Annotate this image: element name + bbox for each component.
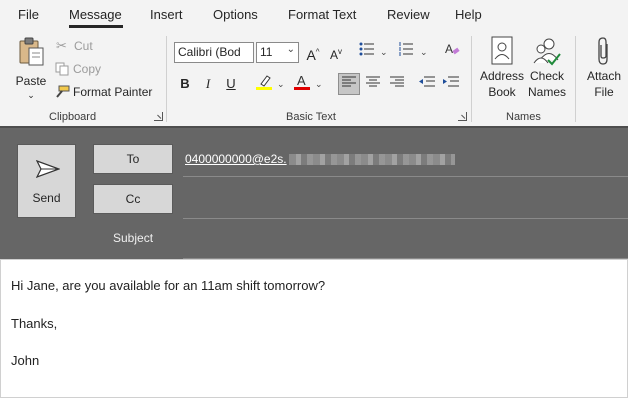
copy-button[interactable]: Copy bbox=[55, 62, 101, 76]
numbering-button[interactable] bbox=[395, 41, 417, 63]
copy-icon bbox=[55, 62, 70, 76]
bold-button[interactable]: B bbox=[174, 73, 196, 95]
shrink-font-icon: Av bbox=[329, 47, 342, 62]
align-left-button[interactable] bbox=[338, 73, 360, 95]
font-name-combo[interactable]: Calibri (Bod bbox=[174, 42, 254, 63]
increase-indent-icon bbox=[443, 73, 459, 87]
body-line: Thanks, bbox=[11, 316, 58, 331]
copy-label: Copy bbox=[73, 62, 102, 76]
attach-file-button[interactable]: Attach File bbox=[582, 36, 626, 100]
tab-help[interactable]: Help bbox=[455, 7, 482, 22]
message-header: Send To Cc Subject 0400000000@e2s. bbox=[0, 126, 628, 259]
paintbrush-icon bbox=[54, 85, 70, 99]
underline-label: U bbox=[226, 76, 236, 91]
address-book-icon bbox=[489, 36, 515, 66]
to-recipient[interactable]: 0400000000@e2s. bbox=[185, 152, 287, 166]
group-divider bbox=[471, 36, 472, 122]
cut-label: Cut bbox=[74, 39, 93, 53]
clipboard-launcher-icon[interactable] bbox=[154, 112, 163, 121]
to-field[interactable]: 0400000000@e2s. bbox=[185, 152, 455, 166]
to-button[interactable]: To bbox=[93, 144, 173, 174]
paste-button[interactable]: Paste ⌄ bbox=[12, 36, 50, 104]
font-size-value: 11 bbox=[260, 45, 273, 59]
body-line: Hi Jane, are you available for an 11am s… bbox=[11, 278, 326, 293]
scissors-icon: ✂ bbox=[56, 38, 67, 53]
address-book-label: Address Book bbox=[479, 69, 525, 99]
check-names-icon bbox=[532, 36, 562, 66]
align-left-icon bbox=[342, 74, 356, 87]
basic-text-group-label: Basic Text bbox=[286, 111, 336, 123]
align-center-button[interactable] bbox=[362, 73, 384, 95]
bullets-button[interactable] bbox=[356, 41, 378, 63]
send-icon bbox=[35, 159, 61, 179]
clipboard-icon bbox=[15, 36, 47, 68]
check-names-button[interactable]: Check Names bbox=[526, 36, 568, 100]
cc-button[interactable]: Cc bbox=[93, 184, 173, 214]
send-label: Send bbox=[32, 191, 61, 205]
grow-font-icon: A^ bbox=[306, 46, 320, 63]
send-button[interactable]: Send bbox=[17, 144, 76, 218]
paperclip-icon bbox=[596, 36, 612, 66]
chevron-down-icon[interactable]: ⌄ bbox=[277, 79, 285, 90]
tab-insert[interactable]: Insert bbox=[150, 7, 183, 22]
numbered-list-icon bbox=[398, 41, 414, 56]
names-group-label: Names bbox=[506, 111, 541, 123]
format-painter-label: Format Painter bbox=[73, 85, 153, 99]
font-color-button[interactable]: A bbox=[291, 73, 313, 95]
font-color-icon: A bbox=[293, 73, 311, 91]
clipboard-group-label: Clipboard bbox=[49, 111, 97, 123]
eraser-icon: A bbox=[444, 41, 460, 57]
group-divider bbox=[166, 36, 167, 122]
address-book-button[interactable]: Address Book bbox=[478, 36, 526, 100]
chevron-down-icon: ⌄ bbox=[27, 90, 35, 100]
svg-text:A: A bbox=[297, 73, 306, 88]
font-size-combo[interactable]: 11 ⌄ bbox=[256, 42, 299, 63]
check-names-label: Check Names bbox=[527, 69, 566, 99]
highlighter-icon bbox=[255, 73, 273, 91]
format-painter-button[interactable]: Format Painter bbox=[54, 85, 152, 99]
message-body[interactable]: Hi Jane, are you available for an 11am s… bbox=[0, 259, 628, 398]
body-line: John bbox=[11, 353, 40, 368]
ribbon: Paste ⌄ ✂ Cut Copy Format Painter Clipbo… bbox=[0, 32, 628, 126]
align-center-icon bbox=[366, 73, 380, 87]
highlight-button[interactable] bbox=[253, 73, 275, 95]
align-right-icon bbox=[390, 73, 404, 87]
decrease-indent-button[interactable] bbox=[416, 73, 438, 95]
styles-button[interactable]: A bbox=[441, 41, 463, 63]
active-tab-indicator bbox=[69, 25, 123, 28]
tab-review[interactable]: Review bbox=[387, 7, 430, 22]
tab-format-text[interactable]: Format Text bbox=[288, 7, 356, 22]
tab-options[interactable]: Options bbox=[213, 7, 258, 22]
subject-label: Subject bbox=[113, 231, 154, 245]
chevron-down-icon: ⌄ bbox=[286, 44, 295, 55]
italic-label: I bbox=[205, 76, 211, 91]
group-divider bbox=[575, 36, 576, 122]
paste-label: Paste bbox=[15, 74, 47, 88]
ribbon-tabs: File Message Insert Options Format Text … bbox=[0, 0, 628, 32]
increase-indent-button[interactable] bbox=[440, 73, 462, 95]
redacted-text bbox=[288, 154, 455, 166]
underline-button[interactable]: U bbox=[220, 73, 242, 95]
decrease-indent-icon bbox=[419, 73, 435, 87]
cc-field-line bbox=[183, 218, 628, 219]
basic-text-launcher-icon[interactable] bbox=[458, 112, 467, 121]
shrink-font-button[interactable]: Av bbox=[325, 41, 347, 63]
svg-text:A: A bbox=[445, 42, 453, 56]
bold-label: B bbox=[180, 76, 190, 91]
font-name-value: Calibri (Bod bbox=[178, 45, 241, 59]
tab-file[interactable]: File bbox=[18, 7, 39, 22]
chevron-down-icon[interactable]: ⌄ bbox=[420, 47, 428, 58]
italic-button[interactable]: I bbox=[197, 73, 219, 95]
to-field-line bbox=[183, 176, 628, 177]
chevron-down-icon[interactable]: ⌄ bbox=[380, 47, 388, 58]
grow-font-button[interactable]: A^ bbox=[302, 41, 324, 63]
chevron-down-icon[interactable]: ⌄ bbox=[315, 79, 323, 90]
bullet-list-icon bbox=[359, 41, 375, 56]
attach-file-label: Attach File bbox=[587, 69, 622, 99]
tab-message[interactable]: Message bbox=[69, 7, 122, 22]
cut-button[interactable]: ✂ Cut bbox=[56, 38, 93, 54]
align-right-button[interactable] bbox=[386, 73, 408, 95]
